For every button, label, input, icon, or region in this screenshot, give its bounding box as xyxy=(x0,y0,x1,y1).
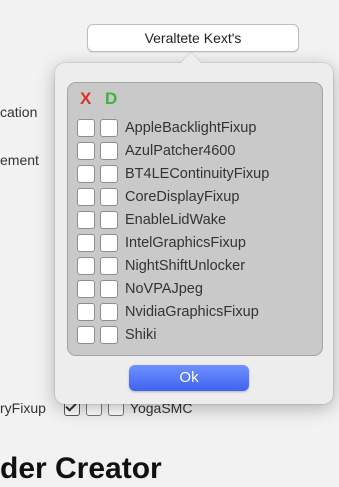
d-checkbox[interactable] xyxy=(100,210,118,229)
x-checkbox[interactable] xyxy=(77,187,95,206)
kext-name: IntelGraphicsFixup xyxy=(125,234,246,251)
list-item: EnableLidWake xyxy=(77,208,226,231)
bg-label-cation: cation xyxy=(0,104,38,120)
d-checkbox[interactable] xyxy=(100,118,118,137)
kext-name: Shiki xyxy=(125,326,157,343)
list-item: AzulPatcher4600 xyxy=(77,139,235,162)
d-checkbox[interactable] xyxy=(100,164,118,183)
column-header-d: D xyxy=(105,89,118,108)
d-checkbox[interactable] xyxy=(100,187,118,206)
kext-name: EnableLidWake xyxy=(125,211,227,228)
d-checkbox[interactable] xyxy=(100,141,118,160)
bg-row-label: ryFixup xyxy=(0,400,46,416)
outdated-kexts-popover: X D AppleBacklightFixup AzulPatcher4600 … xyxy=(55,63,333,404)
x-checkbox[interactable] xyxy=(77,325,95,344)
kext-name: NoVPAJpeg xyxy=(125,280,203,297)
x-checkbox[interactable] xyxy=(77,164,95,183)
list-item: NightShiftUnlocker xyxy=(77,254,245,277)
kext-name: CoreDisplayFixup xyxy=(125,188,240,205)
list-item: NoVPAJpeg xyxy=(77,277,203,300)
x-checkbox[interactable] xyxy=(77,233,95,252)
list-item: CoreDisplayFixup xyxy=(77,185,239,208)
kext-name: AzulPatcher4600 xyxy=(125,142,236,159)
list-item: IntelGraphicsFixup xyxy=(77,231,246,254)
d-checkbox[interactable] xyxy=(100,302,118,321)
x-checkbox[interactable] xyxy=(77,279,95,298)
window-title: der Creator xyxy=(0,452,162,485)
list-item: NvidiaGraphicsFixup xyxy=(77,300,259,323)
bg-label-ement: ement xyxy=(0,152,39,168)
kext-name: NightShiftUnlocker xyxy=(125,257,246,274)
list-item: BT4LEContinuityFixup xyxy=(77,162,269,185)
ok-button[interactable]: Ok xyxy=(129,365,249,391)
kext-name: NvidiaGraphicsFixup xyxy=(125,303,259,320)
kext-name: BT4LEContinuityFixup xyxy=(125,165,270,182)
d-checkbox[interactable] xyxy=(100,279,118,298)
d-checkbox[interactable] xyxy=(100,233,118,252)
kext-name: AppleBacklightFixup xyxy=(125,119,257,136)
d-checkbox[interactable] xyxy=(100,256,118,275)
outdated-kexts-button[interactable]: Veraltete Kext's xyxy=(87,24,299,52)
column-header-x: X xyxy=(80,89,92,108)
kext-list-panel: X D AppleBacklightFixup AzulPatcher4600 … xyxy=(67,82,323,356)
x-checkbox[interactable] xyxy=(77,210,95,229)
x-checkbox[interactable] xyxy=(77,256,95,275)
d-checkbox[interactable] xyxy=(100,325,118,344)
list-item: Shiki xyxy=(77,323,156,346)
x-checkbox[interactable] xyxy=(77,302,95,321)
list-item: AppleBacklightFixup xyxy=(77,116,256,139)
x-checkbox[interactable] xyxy=(77,141,95,160)
x-checkbox[interactable] xyxy=(77,118,95,137)
